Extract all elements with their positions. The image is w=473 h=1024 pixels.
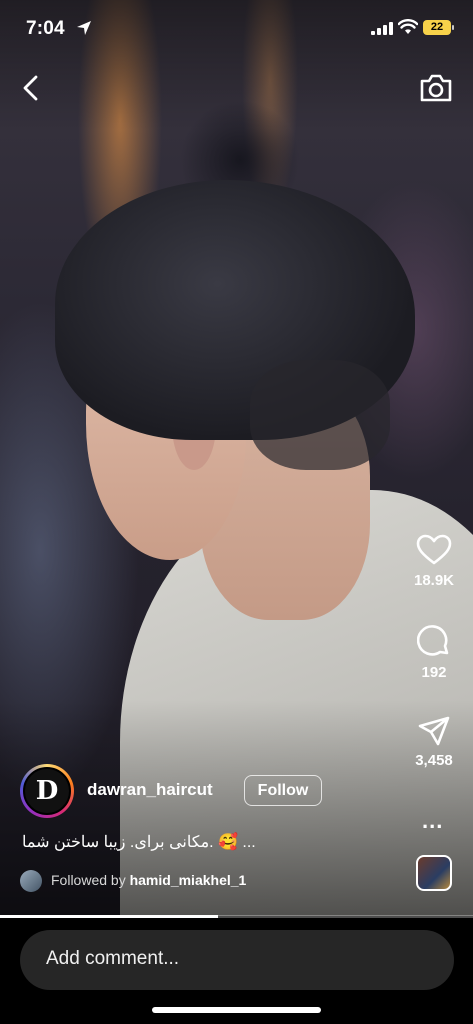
- home-indicator[interactable]: [152, 1007, 321, 1013]
- share-action[interactable]: 3,458: [404, 716, 464, 769]
- battery-icon: 22: [423, 20, 451, 35]
- subject-hair-fade: [250, 360, 390, 470]
- cellular-signal-icon: [371, 22, 393, 35]
- username[interactable]: dawran_haircut: [87, 780, 213, 800]
- audio-thumbnail[interactable]: [416, 855, 452, 891]
- comment-action[interactable]: 192: [404, 624, 464, 681]
- video-progress-bar[interactable]: [0, 915, 473, 918]
- followed-by-user[interactable]: hamid_miakhel_1: [130, 872, 247, 888]
- caption[interactable]: مکانی برای. زیبا ساختن شما. 🥰 ...: [22, 832, 256, 852]
- share-count: 3,458: [415, 752, 453, 769]
- follower-avatar: [20, 870, 42, 892]
- camera-icon[interactable]: [418, 72, 454, 104]
- more-options-icon[interactable]: ...: [422, 808, 443, 834]
- comment-count: 192: [421, 664, 447, 681]
- followed-by-prefix: Followed by: [51, 872, 126, 888]
- send-icon[interactable]: [418, 716, 450, 746]
- comment-bubble-icon[interactable]: [417, 624, 451, 658]
- video-progress-fill: [0, 915, 218, 918]
- wifi-icon: [398, 19, 418, 34]
- like-action[interactable]: 18.9K: [404, 534, 464, 589]
- avatar[interactable]: D: [23, 767, 71, 815]
- chevron-left-icon[interactable]: [18, 74, 44, 102]
- comment-placeholder: Add comment...: [46, 948, 180, 969]
- avatar-story-ring[interactable]: D: [20, 764, 74, 818]
- battery-tip: [452, 25, 454, 30]
- heart-icon[interactable]: [416, 534, 452, 566]
- followed-by-text: Followed by hamid_miakhel_1: [51, 872, 246, 888]
- location-arrow-icon: [77, 21, 91, 35]
- status-bar: 7:04 22: [0, 0, 473, 58]
- like-count: 18.9K: [413, 572, 455, 589]
- follow-button[interactable]: Follow: [244, 775, 322, 806]
- comment-input[interactable]: Add comment...: [20, 930, 454, 990]
- status-time: 7:04: [26, 18, 65, 39]
